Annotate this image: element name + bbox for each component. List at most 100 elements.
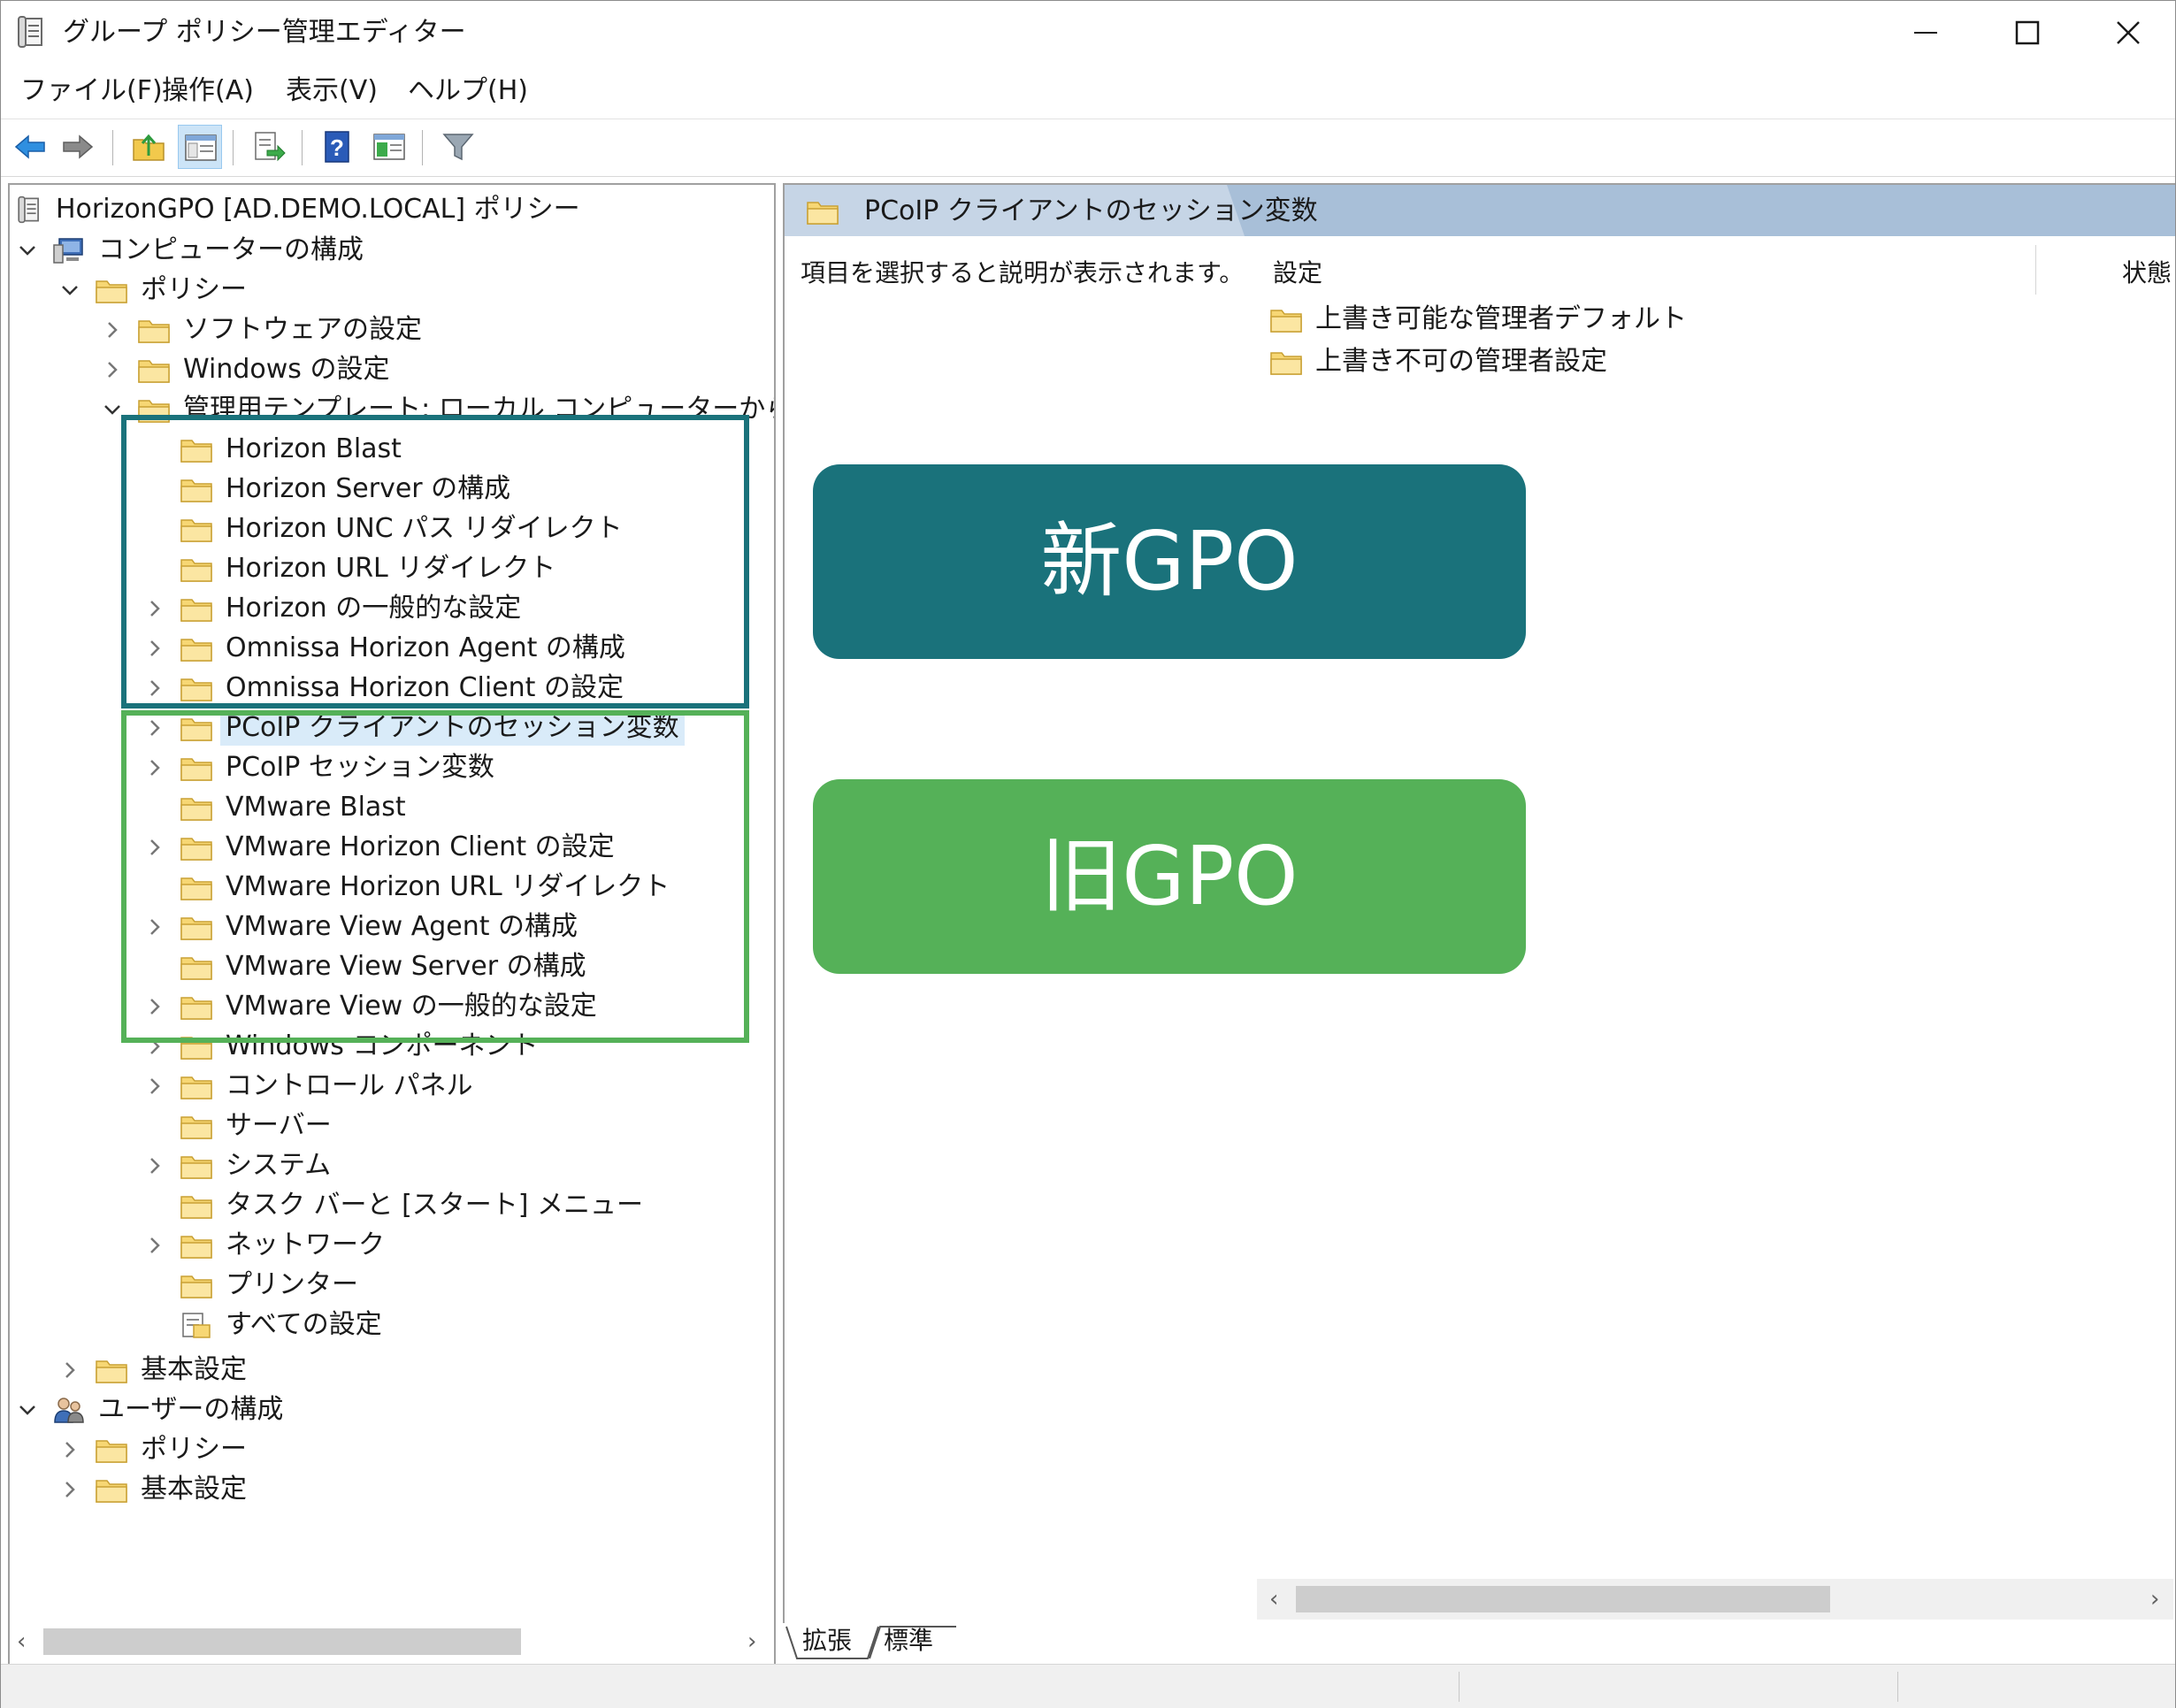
chevron-right-icon[interactable]	[142, 1074, 167, 1099]
title-bar: グループ ポリシー管理エディター	[1, 1, 2175, 65]
chevron-right-icon[interactable]	[100, 318, 125, 342]
scroll-right-icon[interactable]: ›	[747, 1630, 756, 1653]
tree-item-template[interactable]: コントロール パネル	[10, 1067, 770, 1107]
back-arrow-icon	[14, 134, 45, 159]
chevron-right-icon[interactable]	[100, 357, 125, 382]
column-separator[interactable]	[2035, 245, 2036, 295]
toolbar-separator	[302, 130, 303, 165]
scrollbar-thumb[interactable]	[1296, 1586, 1830, 1612]
chevron-down-icon[interactable]	[57, 278, 82, 303]
details-header: PCoIP クライアントのセッション変数	[785, 185, 2175, 236]
back-button[interactable]	[8, 125, 52, 169]
maximize-icon	[2015, 20, 2040, 45]
tree-label: HorizonGPO [AD.DEMO.LOCAL] ポリシー	[56, 194, 580, 225]
chevron-right-icon[interactable]	[142, 1153, 167, 1178]
menu-view[interactable]: 表示(V)	[286, 73, 378, 109]
folder-icon	[138, 360, 170, 383]
maximize-button[interactable]	[1979, 1, 2076, 65]
folder-icon	[96, 1480, 127, 1503]
menu-file[interactable]: ファイル(F)	[20, 73, 163, 109]
folder-icon	[180, 1156, 212, 1179]
tree-item-basic-settings[interactable]: 基本設定	[10, 1351, 770, 1390]
folder-icon	[1270, 310, 1302, 333]
status-separator	[1459, 1672, 1460, 1702]
help-icon: ?	[325, 131, 349, 163]
tree-horizontal-scrollbar[interactable]: ‹ ›	[8, 1621, 772, 1662]
up-one-level-button[interactable]	[126, 125, 171, 169]
tree-item-template[interactable]: すべての設定	[10, 1306, 770, 1345]
folder-icon	[1270, 352, 1302, 375]
tree-label: 基本設定	[141, 1474, 247, 1505]
tree-label: コンピューターの構成	[98, 234, 364, 265]
tree-item-template[interactable]: サーバー	[10, 1107, 770, 1146]
old-gpo-highlight-box	[121, 710, 749, 1043]
tree-label: システム	[226, 1150, 332, 1181]
folder-icon	[138, 320, 170, 343]
export-list-button[interactable]	[247, 125, 291, 169]
close-icon	[2117, 21, 2140, 44]
folder-icon	[96, 1440, 127, 1463]
filter-button[interactable]	[436, 125, 480, 169]
scroll-left-icon[interactable]: ‹	[17, 1630, 26, 1653]
description-text: 項目を選択すると説明が表示されます。	[801, 258, 1245, 287]
tab-extended[interactable]: 拡張	[802, 1623, 852, 1658]
tree-item-policies[interactable]: ポリシー	[10, 271, 770, 310]
policy-editor-icon	[18, 16, 42, 48]
properties-button[interactable]	[367, 125, 411, 169]
scroll-left-icon[interactable]: ‹	[1269, 1588, 1278, 1611]
tree-root[interactable]: HorizonGPO [AD.DEMO.LOCAL] ポリシー	[10, 190, 770, 230]
forward-button[interactable]	[56, 125, 100, 169]
tree-item-template[interactable]: システム	[10, 1146, 770, 1186]
toolbar-separator	[112, 130, 113, 165]
details-horizontal-scrollbar[interactable]: ‹ ›	[1257, 1579, 2173, 1620]
scroll-right-icon[interactable]: ›	[2150, 1588, 2159, 1611]
toolbar-separator	[422, 130, 423, 165]
menu-action[interactable]: 操作(A)	[162, 73, 254, 109]
chevron-right-icon[interactable]	[57, 1437, 82, 1462]
column-header-state[interactable]: 状態	[2122, 256, 2172, 291]
close-button[interactable]	[2080, 1, 2176, 65]
tree-label: ユーザーの構成	[98, 1394, 284, 1425]
tree-item-user-config[interactable]: ユーザーの構成	[10, 1390, 770, 1430]
tree-item-template[interactable]: プリンター	[10, 1266, 770, 1306]
column-header-setting[interactable]: 設定	[1273, 256, 1322, 291]
tree-item-software-settings[interactable]: ソフトウェアの設定	[10, 310, 770, 350]
help-button[interactable]: ?	[316, 125, 360, 169]
old-gpo-label: 旧GPO	[813, 779, 1526, 974]
chevron-right-icon[interactable]	[57, 1477, 82, 1502]
status-separator	[1897, 1672, 1898, 1702]
chevron-down-icon[interactable]	[15, 238, 40, 263]
chevron-down-icon[interactable]	[15, 1398, 40, 1422]
tree-label: Windows の設定	[183, 354, 390, 385]
new-gpo-highlight-box	[121, 415, 749, 708]
details-title: PCoIP クライアントのセッション変数	[864, 195, 1318, 226]
policy-document-icon	[18, 195, 39, 224]
tree-item-template[interactable]: ネットワーク	[10, 1226, 770, 1266]
status-bar	[1, 1664, 2175, 1708]
export-list-icon	[255, 132, 286, 162]
tree-label: コントロール パネル	[226, 1070, 473, 1101]
tree-label: ポリシー	[141, 1434, 247, 1465]
tree-item-user-basic-settings[interactable]: 基本設定	[10, 1470, 770, 1510]
scrollbar-thumb[interactable]	[43, 1628, 521, 1655]
filter-icon	[442, 134, 474, 161]
tree-item-windows-settings[interactable]: Windows の設定	[10, 350, 770, 390]
tree-label: ネットワーク	[226, 1229, 385, 1260]
chevron-right-icon[interactable]	[142, 1233, 167, 1258]
folder-icon	[96, 1360, 127, 1383]
tree-item-computer-config[interactable]: コンピューターの構成	[10, 231, 770, 271]
svg-text:?: ?	[330, 134, 344, 161]
tree-item-template[interactable]: タスク バーと [スタート] メニュー	[10, 1186, 770, 1226]
chevron-right-icon[interactable]	[57, 1358, 82, 1382]
forward-arrow-icon	[63, 134, 94, 159]
folder-icon	[807, 202, 839, 225]
minimize-button[interactable]	[1878, 1, 1975, 65]
tab-standard[interactable]: 標準	[884, 1623, 933, 1658]
folder-icon	[180, 1275, 212, 1298]
tree-label: プリンター	[226, 1269, 358, 1300]
menu-help[interactable]: ヘルプ(H)	[408, 73, 528, 109]
tree-label: タスク バーと [スタート] メニュー	[226, 1190, 644, 1221]
view-tabs: 拡張 標準	[783, 1623, 1314, 1664]
tree-item-user-policies[interactable]: ポリシー	[10, 1430, 770, 1470]
show-hide-tree-button[interactable]	[178, 125, 222, 169]
